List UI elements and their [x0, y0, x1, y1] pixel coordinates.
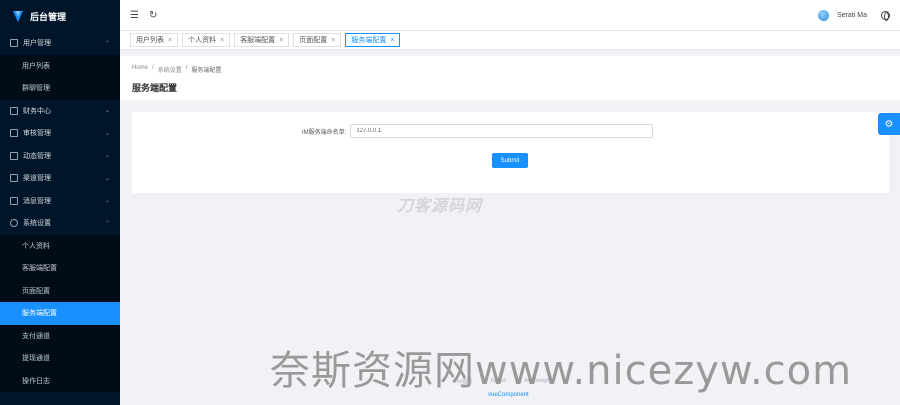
close-icon[interactable]: × — [279, 37, 283, 44]
sidebar-item-server-config[interactable]: 服务端配置 — [0, 302, 120, 325]
close-icon[interactable]: × — [390, 37, 394, 44]
watermark-center: 刀客源码网 — [397, 198, 483, 215]
menu-group-message[interactable]: 消息管理 ⌄ — [0, 190, 120, 213]
im-whitelist-input[interactable] — [350, 124, 654, 138]
gear-icon — [10, 219, 18, 228]
menu-fold-icon[interactable]: ☰ — [130, 10, 139, 21]
form-row-im-whitelist: IM服务端命名单: — [302, 124, 654, 138]
menu-group-finance[interactable]: 财务中心 ⌄ — [0, 100, 120, 123]
tab-client-config[interactable]: 客服端配置 × — [234, 33, 290, 47]
chevron-up-icon: ⌃ — [104, 220, 110, 227]
menu-group-user-management[interactable]: 用户管理 ⌃ — [0, 32, 120, 55]
chevron-down-icon: ⌄ — [104, 175, 110, 182]
tab-user-list[interactable]: 用户列表 × — [130, 33, 179, 47]
page-title: 服务端配置 — [132, 83, 178, 93]
sidebar-item-profile[interactable]: 个人资料 — [0, 235, 120, 258]
breadcrumb-current: 服务端配置 — [191, 68, 222, 74]
grid-icon — [10, 39, 18, 48]
menu-group-label: 动态管理 — [23, 152, 51, 160]
tab-page-config[interactable]: 页面配置 × — [293, 33, 342, 47]
menu-group-label: 用户管理 — [23, 40, 51, 48]
breadcrumb-separator: / — [185, 65, 188, 71]
breadcrumb-parent[interactable]: 系统设置 — [158, 65, 182, 74]
menu-group-label: 审核管理 — [23, 130, 51, 138]
submenu-user-management: 用户列表 群聊管理 — [0, 54, 120, 100]
top-header: ☰ ↻ Serati Ma — [120, 0, 900, 30]
avatar[interactable] — [818, 9, 830, 21]
feed-icon — [10, 151, 18, 160]
submit-button[interactable]: Submit — [492, 153, 528, 168]
app-title: 后台管理 — [30, 11, 67, 22]
menu-group-label: 消息管理 — [23, 197, 51, 205]
menu-group-feed[interactable]: 动态管理 ⌄ — [0, 145, 120, 168]
sidebar-item-page-config[interactable]: 页面配置 — [0, 280, 120, 303]
sidebar-item-payment-channel[interactable]: 支付通道 — [0, 325, 120, 348]
tab-server-config[interactable]: 服务端配置 × — [345, 33, 401, 47]
chevron-up-icon: ⌃ — [104, 40, 110, 47]
sidebar: 后台管理 用户管理 ⌃ 用户列表 群聊管理 财务中心 ⌄ 审核管理 ⌄ 动态管理… — [0, 0, 120, 405]
breadcrumb: Home / 系统设置 / 服务端配置 — [132, 65, 888, 74]
menu-group-channel[interactable]: 渠道管理 ⌄ — [0, 167, 120, 190]
breadcrumb-home[interactable]: Home — [132, 65, 148, 74]
menu-group-label: 财务中心 — [23, 107, 51, 115]
tab-profile[interactable]: 个人资料 × — [182, 33, 231, 47]
sidebar-item-client-config[interactable]: 客服端配置 — [0, 257, 120, 280]
wallet-icon — [10, 106, 18, 115]
sidebar-item-user-list[interactable]: 用户列表 — [0, 55, 120, 78]
check-icon — [10, 129, 18, 138]
tab-label: 服务端配置 — [351, 37, 387, 44]
tab-label: 页面配置 — [299, 37, 328, 44]
close-icon[interactable]: × — [220, 37, 224, 44]
menu-group-system-settings[interactable]: 系统设置 ⌃ — [0, 212, 120, 235]
close-icon[interactable]: × — [331, 37, 335, 44]
menu-group-label: 渠道管理 — [23, 175, 51, 183]
menu-group-review[interactable]: 审核管理 ⌄ — [0, 122, 120, 145]
channel-icon — [10, 174, 18, 183]
logo[interactable]: 后台管理 — [0, 0, 120, 32]
sidebar-item-withdraw-channel[interactable]: 提现通道 — [0, 347, 120, 370]
globe-icon[interactable] — [881, 10, 890, 21]
chevron-down-icon: ⌄ — [104, 130, 110, 137]
watermark-bottom: 奈斯资源网www.nicezyw.com — [270, 348, 853, 394]
sidebar-item-group-management[interactable]: 群聊管理 — [0, 77, 120, 100]
logo-icon — [13, 10, 23, 22]
close-icon[interactable]: × — [168, 37, 172, 44]
tab-label: 客服端配置 — [240, 37, 276, 44]
chevron-down-icon: ⌄ — [104, 198, 110, 205]
tab-label: 用户列表 — [136, 37, 164, 44]
chevron-down-icon: ⌄ — [104, 108, 110, 115]
submenu-system-settings: 个人资料 客服端配置 页面配置 服务端配置 支付通道 提现通道 操作日志 — [0, 234, 120, 393]
server-config-card: IM服务端命名单: Submit — [132, 112, 889, 193]
sidebar-item-operation-log[interactable]: 操作日志 — [0, 370, 120, 393]
page-header: Home / 系统设置 / 服务端配置 服务端配置 — [120, 56, 900, 100]
breadcrumb-separator: / — [152, 65, 154, 71]
settings-drawer-button[interactable]: ⚙ — [878, 113, 900, 135]
gear-icon: ⚙ — [884, 118, 894, 130]
user-name[interactable]: Serati Ma — [837, 12, 867, 19]
refresh-icon[interactable]: ↻ — [149, 10, 157, 21]
tab-label: 个人资料 — [188, 37, 217, 44]
menu-group-label: 系统设置 — [23, 220, 51, 228]
tab-bar: 用户列表 × 个人资料 × 客服端配置 × 页面配置 × 服务端配置 × — [120, 30, 900, 50]
form-label: IM服务端命名单: — [302, 129, 347, 136]
chevron-down-icon: ⌄ — [104, 153, 110, 160]
message-icon — [10, 196, 18, 205]
